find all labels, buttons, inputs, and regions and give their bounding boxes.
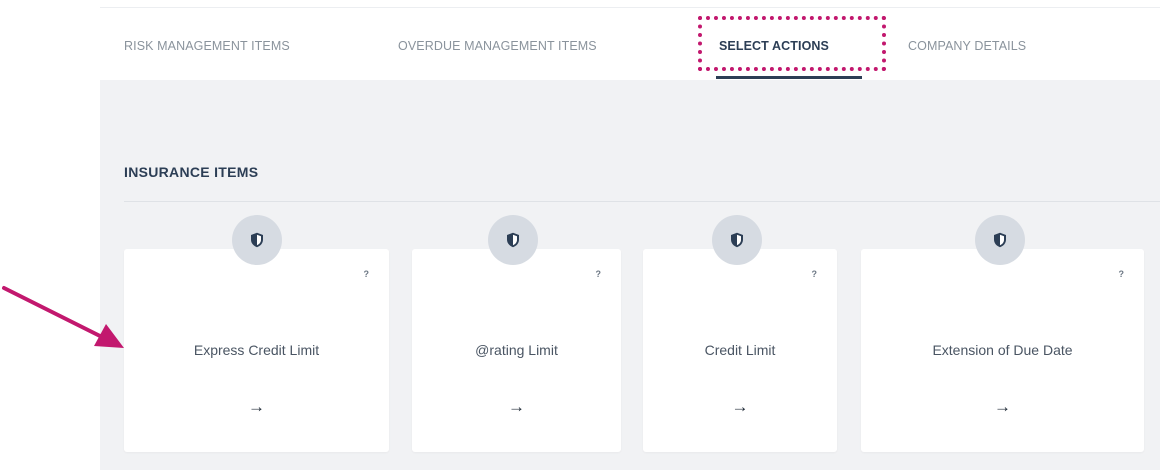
help-icon[interactable]: ? — [1119, 269, 1125, 279]
shield-icon — [488, 215, 538, 265]
tab-bar: RISK MANAGEMENT ITEMS OVERDUE MANAGEMENT… — [100, 8, 1160, 80]
main-content: INSURANCE ITEMS ? Express Credit Limit →… — [100, 80, 1160, 470]
arrow-right-icon[interactable]: → — [643, 397, 837, 417]
shield-icon — [712, 215, 762, 265]
active-tab-indicator — [716, 76, 862, 79]
card-label: Extension of Due Date — [932, 342, 1073, 358]
card-credit-limit[interactable]: ? Credit Limit → — [643, 215, 837, 452]
tab-risk-management-items[interactable]: RISK MANAGEMENT ITEMS — [124, 39, 290, 53]
arrow-right-icon[interactable]: → — [861, 397, 1144, 417]
card-label: Credit Limit — [704, 342, 776, 358]
card-extension-of-due-date[interactable]: ? Extension of Due Date → — [861, 215, 1144, 452]
card-rating-limit[interactable]: ? @rating Limit → — [412, 215, 621, 452]
help-icon[interactable]: ? — [812, 269, 818, 279]
help-icon[interactable]: ? — [364, 269, 370, 279]
shield-icon — [975, 215, 1025, 265]
card-label: @rating Limit — [475, 342, 558, 358]
arrow-right-icon[interactable]: → — [124, 397, 389, 417]
annotation-pointer-arrow-icon — [2, 286, 124, 348]
arrow-right-icon[interactable]: → — [412, 397, 621, 417]
tab-overdue-management-items[interactable]: OVERDUE MANAGEMENT ITEMS — [398, 39, 597, 53]
section-title: INSURANCE ITEMS — [124, 164, 259, 180]
help-icon[interactable]: ? — [596, 269, 602, 279]
shield-icon — [232, 215, 282, 265]
annotation-highlight-box — [698, 16, 886, 71]
card-express-credit-limit[interactable]: ? Express Credit Limit → — [124, 215, 389, 452]
section-divider — [124, 201, 1160, 202]
top-divider — [100, 0, 1160, 8]
card-label: Express Credit Limit — [193, 342, 320, 358]
tab-company-details[interactable]: COMPANY DETAILS — [908, 39, 1026, 53]
